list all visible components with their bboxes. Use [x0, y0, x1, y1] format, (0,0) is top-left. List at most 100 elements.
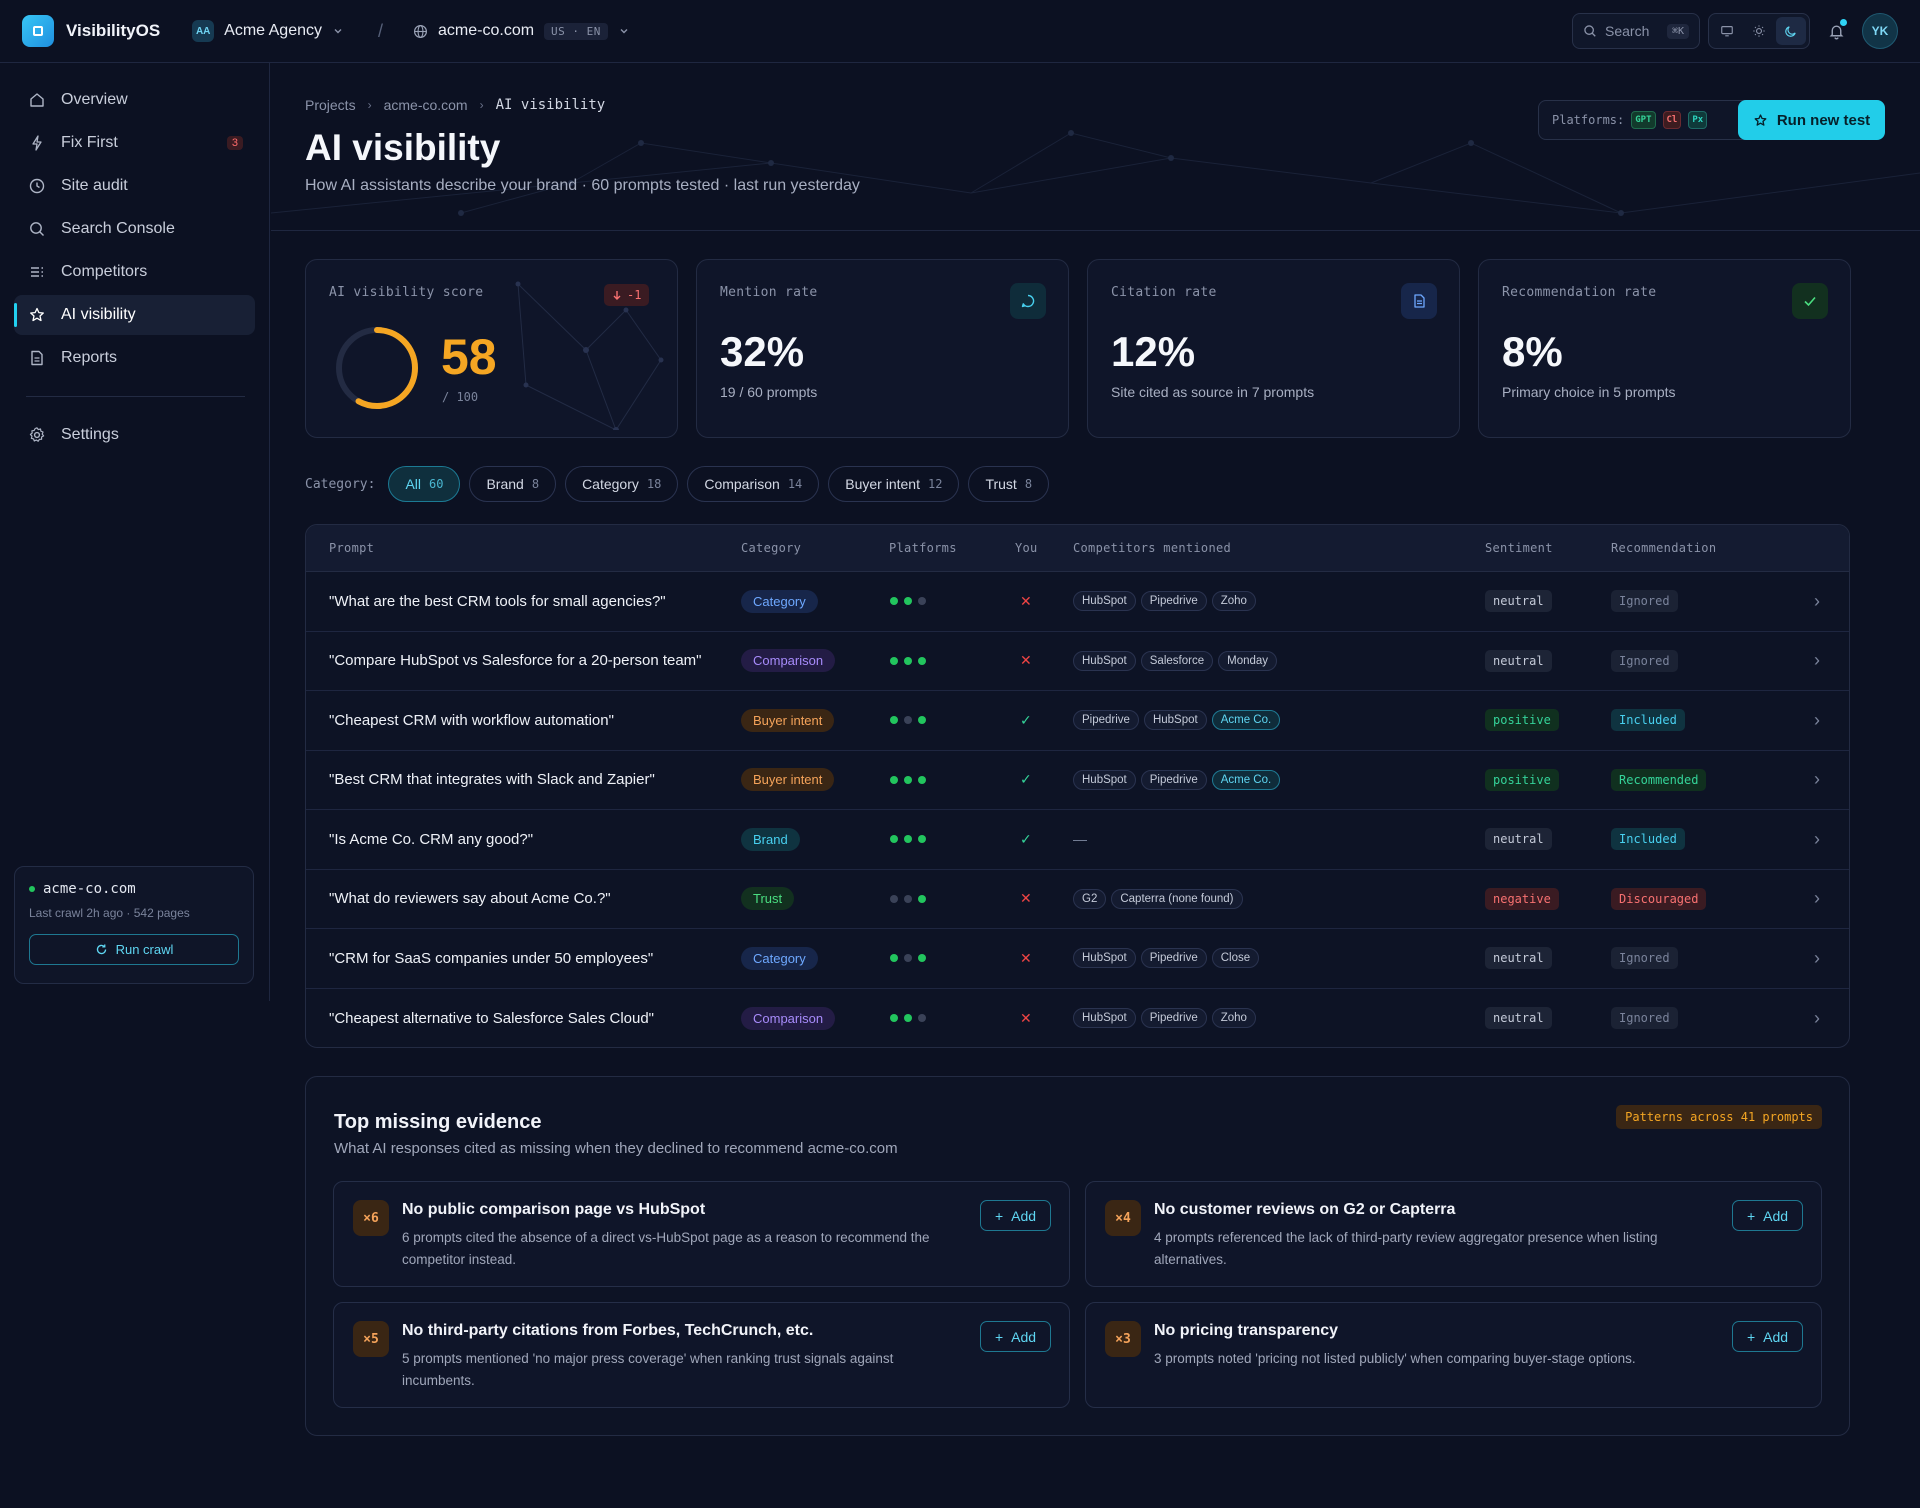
add-evidence-button[interactable]: + Add — [980, 1321, 1051, 1352]
chevron-right-icon[interactable]: › — [1814, 888, 1820, 909]
chevron-right-icon[interactable]: › — [1814, 591, 1820, 612]
prompt-text: "CRM for SaaS companies under 50 employe… — [329, 949, 654, 967]
add-label: Add — [1011, 1328, 1037, 1345]
category-badge: Trust — [741, 887, 795, 911]
sidebar-item-competitors[interactable]: Competitors — [14, 252, 255, 292]
platform-dots — [890, 894, 926, 903]
table-row[interactable]: "Compare HubSpot vs Salesforce for a 20-… — [306, 632, 1849, 691]
filter-chip-comparison[interactable]: Comparison 14 — [687, 466, 820, 502]
chevron-right-icon[interactable]: › — [1814, 650, 1820, 671]
column-header-competitors[interactable]: Competitors mentioned — [1073, 541, 1231, 555]
network-background — [271, 130, 1920, 216]
category-badge: Buyer intent — [741, 768, 835, 792]
column-header-recommendation[interactable]: Recommendation — [1611, 541, 1716, 555]
system-theme-button[interactable] — [1712, 17, 1742, 45]
filter-chip-count: 18 — [646, 477, 662, 491]
chevron-right-icon[interactable]: › — [1814, 829, 1820, 850]
filter-chip-trust[interactable]: Trust 8 — [968, 466, 1050, 502]
table-row[interactable]: "Cheapest alternative to Salesforce Sale… — [306, 989, 1849, 1048]
column-header-platforms[interactable]: Platforms — [889, 541, 957, 555]
x-icon: ✕ — [1020, 652, 1032, 669]
filter-chip-all[interactable]: All 60 — [388, 466, 461, 502]
score-ring — [336, 327, 418, 409]
column-header-prompt[interactable]: Prompt — [329, 541, 374, 555]
filter-chip-label: Comparison — [704, 476, 780, 492]
locale-badge: US · EN — [544, 22, 608, 40]
check-icon: ✓ — [1020, 771, 1032, 788]
platforms-selector[interactable]: Platforms: GPT Cl Px — [1538, 100, 1763, 140]
home-icon — [27, 90, 47, 110]
prompt-text: "What do reviewers say about Acme Co.?" — [329, 890, 611, 908]
chevron-right-icon[interactable]: › — [1814, 948, 1820, 969]
chevron-right-icon[interactable]: › — [1814, 1008, 1820, 1029]
avatar[interactable]: YK — [1862, 13, 1898, 49]
table-row[interactable]: "Best CRM that integrates with Slack and… — [306, 751, 1849, 810]
mention-sub: 19 / 60 prompts — [720, 384, 818, 400]
filter-chip-brand[interactable]: Brand 8 — [469, 466, 557, 502]
citation-label: Citation rate — [1111, 285, 1217, 300]
sidebar-item-fix-first[interactable]: Fix First 3 — [14, 123, 255, 163]
score-max: / 100 — [442, 390, 479, 404]
light-theme-button[interactable] — [1744, 17, 1774, 45]
app-logo-icon[interactable] — [22, 15, 54, 47]
app-name[interactable]: VisibilityOS — [66, 21, 160, 41]
add-evidence-button[interactable]: + Add — [1732, 1321, 1803, 1352]
dark-theme-button[interactable] — [1776, 17, 1806, 45]
sidebar-item-label: Fix First — [61, 134, 118, 151]
table-row[interactable]: "Is Acme Co. CRM any good?" Brand ✓ — neutra… — [306, 810, 1849, 870]
sidebar-item-label: Overview — [61, 91, 128, 108]
sidebar-item-settings[interactable]: Settings — [14, 415, 255, 455]
sidebar-item-site-audit[interactable]: Site audit — [14, 166, 255, 206]
category-filters: Category: All 60 Brand 8 Category 18 Compariso… — [305, 466, 1050, 502]
filter-chip-buyer-intent[interactable]: Buyer intent 12 — [828, 466, 960, 502]
breadcrumb-projects[interactable]: Projects — [305, 97, 356, 113]
competitor-chip: HubSpot — [1073, 591, 1136, 612]
empty-competitors: — — [1073, 831, 1087, 848]
plus-icon: + — [994, 1207, 1004, 1224]
table-row[interactable]: "What are the best CRM tools for small a… — [306, 572, 1849, 632]
sidebar-item-search-console[interactable]: Search Console — [14, 209, 255, 249]
site-switcher[interactable]: acme-co.com US · EN — [413, 22, 630, 40]
org-switcher[interactable]: AA Acme Agency — [192, 20, 344, 42]
sentiment-badge: neutral — [1485, 649, 1552, 672]
platform-dot — [890, 597, 898, 606]
platform-dot — [890, 954, 898, 963]
run-crawl-button[interactable]: Run crawl — [29, 934, 239, 965]
filter-chip-label: All — [405, 476, 422, 492]
mention-label: Mention rate — [720, 285, 818, 300]
competitor-chip: Monday — [1218, 650, 1278, 671]
score-value: 58 — [441, 329, 497, 385]
platform-chip-gpt: GPT — [1631, 111, 1656, 129]
platform-chip-claude: Cl — [1662, 111, 1682, 129]
platform-dots — [890, 656, 926, 665]
sidebar-item-overview[interactable]: Overview — [14, 80, 255, 120]
notifications-button[interactable] — [1818, 13, 1854, 49]
category-badge: Comparison — [741, 1006, 836, 1030]
sidebar-item-ai-visibility[interactable]: AI visibility — [14, 295, 255, 335]
add-label: Add — [1763, 1328, 1789, 1345]
crawl-meta: Last crawl 2h ago · 542 pages — [29, 906, 190, 920]
filter-chip-category[interactable]: Category 18 — [565, 466, 679, 502]
add-evidence-button[interactable]: + Add — [1732, 1200, 1803, 1231]
column-header-sentiment[interactable]: Sentiment — [1485, 541, 1553, 555]
chevron-right-icon[interactable]: › — [1814, 710, 1820, 731]
column-header-you[interactable]: You — [1015, 541, 1038, 555]
sidebar-item-label: Site audit — [61, 177, 128, 194]
column-header-category[interactable]: Category — [741, 541, 801, 555]
recommendation-rate-card: Recommendation rate 8% Primary choice in… — [1478, 259, 1851, 438]
breadcrumb-site[interactable]: acme-co.com — [384, 97, 468, 113]
prompt-text: "Cheapest alternative to Salesforce Sale… — [329, 1009, 654, 1027]
table-row[interactable]: "CRM for SaaS companies under 50 employe… — [306, 929, 1849, 989]
citation-rate-card: Citation rate 12% Site cited as source i… — [1087, 259, 1460, 438]
table-row[interactable]: "What do reviewers say about Acme Co.?" T… — [306, 870, 1849, 929]
page-subtitle: How AI assistants describe your brand · … — [305, 177, 860, 194]
table-row[interactable]: "Cheapest CRM with workflow automation" B… — [306, 691, 1849, 751]
evidence-card-title: No pricing transparency — [1154, 1322, 1339, 1339]
run-new-test-button[interactable]: Run new test — [1738, 100, 1885, 140]
search-input[interactable]: Search ⌘K — [1572, 13, 1700, 49]
add-evidence-button[interactable]: + Add — [980, 1200, 1051, 1231]
chevron-right-icon[interactable]: › — [1814, 769, 1820, 790]
evidence-card: ×5 No third-party citations from Forbes, … — [333, 1302, 1070, 1408]
sidebar-item-reports[interactable]: Reports — [14, 338, 255, 378]
check-icon: ✓ — [1020, 830, 1032, 847]
